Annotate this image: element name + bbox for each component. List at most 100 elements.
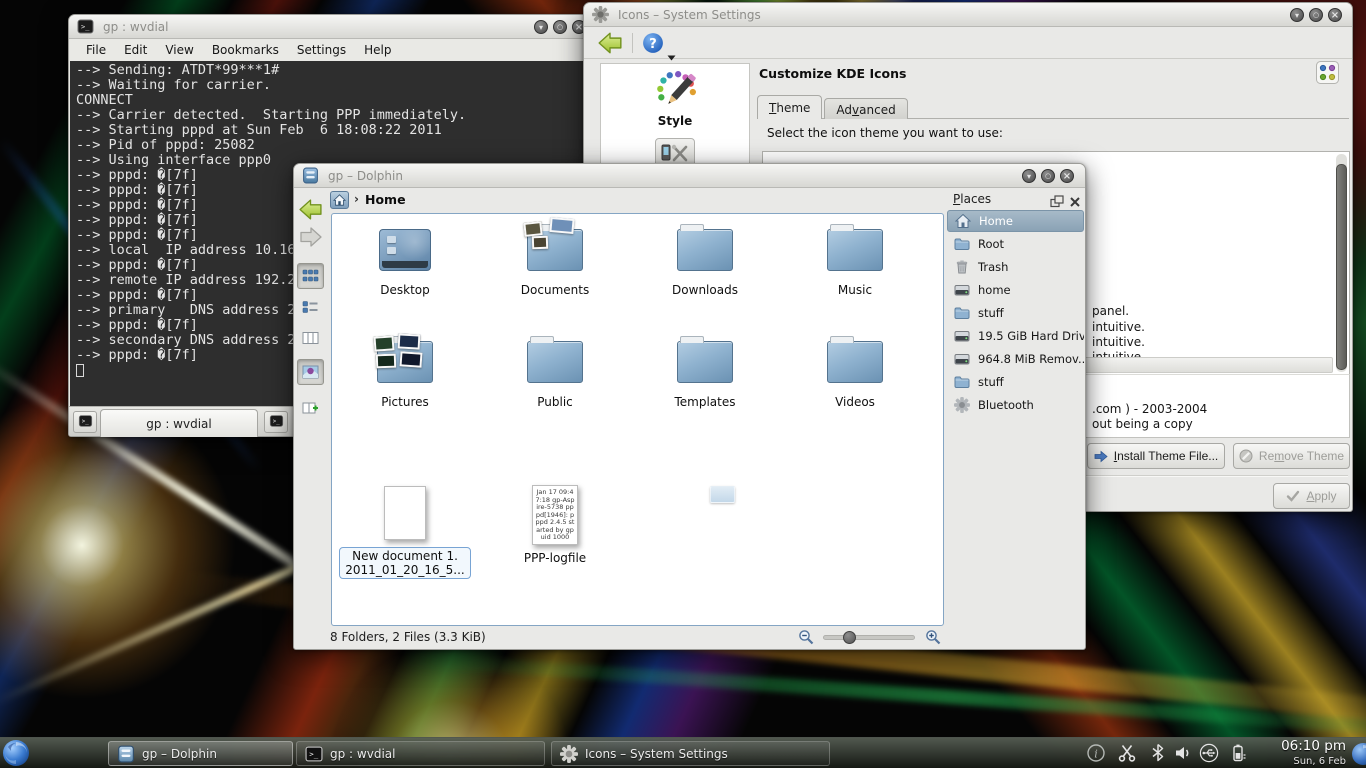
taskbar-task-terminal[interactable]: >_gp : wvdial [296,741,545,766]
close-panel-icon[interactable] [1069,193,1081,205]
detach-panel-icon[interactable] [1050,193,1064,206]
places-item-bluetooth[interactable]: Bluetooth [947,394,1084,416]
menu-help[interactable]: Help [355,41,400,59]
photo-thumbnail [374,335,395,351]
preview-icon [302,364,319,380]
check-icon [1286,490,1300,502]
breadcrumb-home-button[interactable] [330,191,349,209]
klipper-scissors-icon[interactable] [1117,743,1137,763]
places-item-trash[interactable]: Trash [947,256,1084,278]
battery-icon[interactable] [1228,743,1248,763]
places-item-19-5-gib-hard-drive[interactable]: 19.5 GiB Hard Drive [947,325,1084,347]
close-button[interactable] [1060,169,1074,183]
back-button[interactable] [597,31,623,55]
menu-settings[interactable]: Settings [288,41,355,59]
tab-theme[interactable]: Theme [757,95,822,119]
chevron-down-icon[interactable] [667,46,676,52]
volume-icon[interactable] [1173,743,1193,763]
clock-time: 06:10 pm [1256,740,1346,754]
maximize-button[interactable] [553,20,567,34]
drive-icon [954,351,970,367]
taskbar-task-dolphin[interactable]: gp – Dolphin [108,741,293,766]
style-icon [654,70,696,112]
folder-item[interactable]: Music [780,220,930,297]
folder-item[interactable]: Videos [780,332,930,409]
places-item-home[interactable]: Home [947,210,1084,232]
folder-item[interactable]: Public [480,332,630,409]
icons-view-button[interactable] [297,263,324,289]
places-item-root[interactable]: Root [947,233,1084,255]
preview-toggle-button[interactable] [297,359,324,385]
folder-icon [677,341,733,383]
back-button[interactable] [297,195,324,223]
tab-advanced[interactable]: Advanced [824,98,907,119]
forward-button[interactable] [297,224,324,250]
svg-text:?: ? [649,37,657,52]
folder-icon [827,341,883,383]
folder-item[interactable]: Pictures [331,332,480,409]
folder-icon [827,229,883,271]
folder-item[interactable]: Downloads [630,220,780,297]
zoom-slider-thumb[interactable] [843,631,856,644]
page-title: Customize KDE Icons [759,66,906,81]
minimize-button[interactable] [534,20,548,34]
menu-view[interactable]: View [156,41,202,59]
dolphin-titlebar[interactable]: gp – Dolphin [294,164,1085,188]
folder-item[interactable]: Documents [480,220,630,297]
menu-file[interactable]: File [77,41,115,59]
zoom-out-button[interactable] [798,629,815,646]
remove-theme-button[interactable]: Remove Theme [1233,443,1350,469]
sidebar-item-style[interactable]: Style [601,70,749,128]
zoom-slider-track[interactable] [823,635,915,640]
bluetooth-icon[interactable] [1148,743,1168,763]
install-theme-button[interactable]: Install Theme File... [1087,443,1225,469]
breadcrumb[interactable]: Home [365,192,406,207]
panel-toolbox-icon[interactable] [1350,741,1366,767]
places-item-stuff[interactable]: stuff [947,371,1084,393]
file-item[interactable]: Jan 17 09:47:18 gp-Aspire-5738 pppd[1946… [480,482,630,565]
minimize-button[interactable] [1022,169,1036,183]
app-launcher-button[interactable] [2,739,30,767]
folder-item[interactable]: Desktop [331,220,480,297]
terminal-icon: >_ [78,413,93,432]
columns-view-button[interactable] [297,325,324,351]
places-item-label: Home [979,214,1013,228]
details-view-button[interactable] [297,294,324,320]
minimize-button[interactable] [1290,8,1304,22]
file-item[interactable]: New document 1. 2011_01_20_16_5... [331,482,480,579]
dolphin-window-title: gp – Dolphin [328,169,403,183]
system-settings-window-title: Icons – System Settings [618,8,761,22]
places-item-stuff[interactable]: stuff [947,302,1084,324]
terminal-titlebar[interactable]: >_ gp : wvdial [69,15,594,39]
places-item-home[interactable]: home [947,279,1084,301]
places-item-label: home [978,283,1011,297]
tab-bar: ThemeAdvanced [757,95,910,119]
info-icon[interactable]: i [1086,743,1106,763]
help-button[interactable]: ? [642,32,664,54]
terminal-tab[interactable]: gp : wvdial [100,409,258,437]
usb-device-icon[interactable] [1199,743,1219,763]
tab-list-button[interactable]: >_ [264,411,288,433]
system-settings-titlebar[interactable]: Icons – System Settings [584,3,1352,27]
scrollbar[interactable] [1336,154,1347,372]
folder-view[interactable]: DesktopDocumentsDownloadsMusic PicturesPu… [331,213,944,626]
taskbar-task-gear[interactable]: Icons – System Settings [551,741,830,766]
maximize-button[interactable] [1309,8,1323,22]
folder-icon [527,229,583,271]
menu-bookmarks[interactable]: Bookmarks [203,41,288,59]
new-tab-button[interactable]: >_ [73,411,97,433]
folder-item[interactable]: Templates [630,332,780,409]
folder-icon [677,229,733,271]
scrollbar-thumb[interactable] [1336,164,1347,370]
split-view-button[interactable] [297,395,324,421]
maximize-button[interactable] [1041,169,1055,183]
places-item-964-8-mib-remov-[interactable]: 964.8 MiB Remov... [947,348,1084,370]
close-button[interactable] [1328,8,1342,22]
item-label: Templates [630,395,780,409]
home-icon [333,191,346,210]
menu-edit[interactable]: Edit [115,41,156,59]
apply-button[interactable]: Apply [1273,483,1350,509]
digital-clock[interactable]: 06:10 pm Sun, 6 Feb [1256,740,1346,767]
zoom-in-button[interactable] [925,629,942,646]
photo-thumbnail [549,217,574,234]
